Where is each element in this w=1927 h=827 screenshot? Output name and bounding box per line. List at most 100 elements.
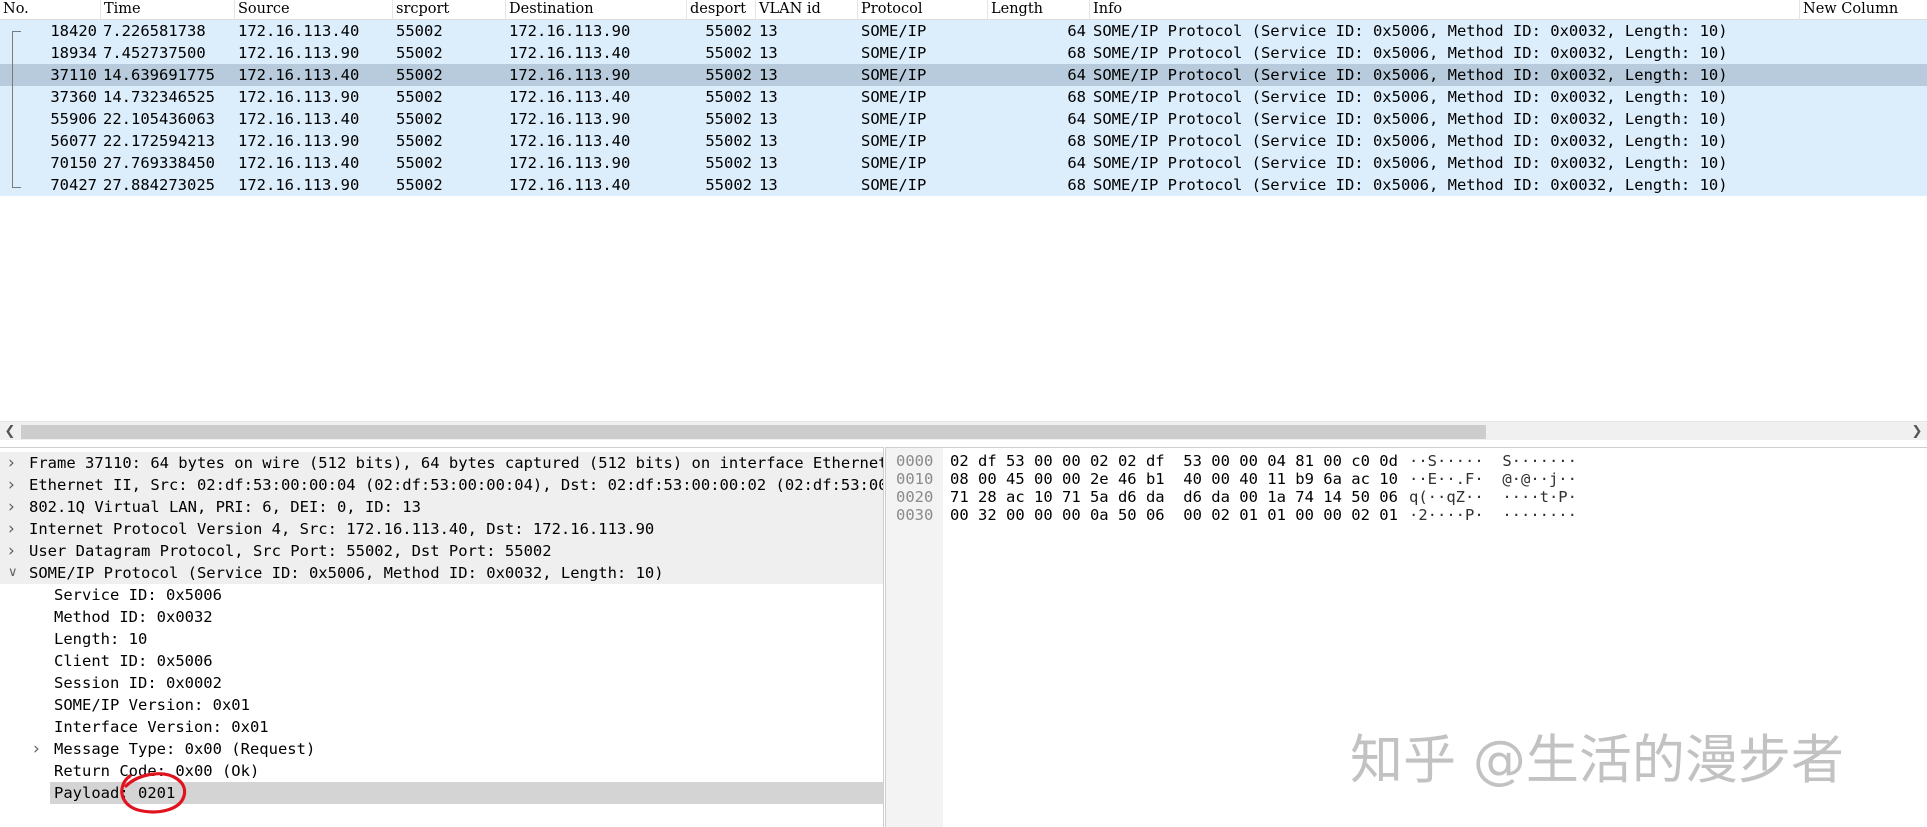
column-header-new-column[interactable]: New Column [1800, 0, 1927, 20]
chevron-right-icon[interactable]: › [8, 474, 22, 496]
cell-source: 172.16.113.40 [238, 154, 360, 172]
cell-protocol: SOME/IP [861, 154, 927, 172]
detail-tree-item[interactable]: › Ethernet II, Src: 02:df:53:00:00:04 (02… [0, 474, 884, 496]
column-header-protocol[interactable]: Protocol [858, 0, 988, 20]
chevron-right-icon[interactable]: › [8, 518, 22, 540]
hex-bytes: 71 28 ac 10 71 5a d6 da d6 da 00 1a 74 1… [950, 488, 1398, 506]
hex-row[interactable]: 0010 08 00 45 00 00 2e 46 b1 40 00 40 11 … [886, 470, 1927, 488]
detail-text: Ethernet II, Src: 02:df:53:00:00:04 (02:… [29, 476, 884, 494]
chevron-right-icon[interactable]: › [8, 540, 22, 562]
cell-desport: 55002 [705, 110, 752, 128]
detail-field[interactable]: Return Code: 0x00 (Ok) [0, 760, 883, 782]
detail-field[interactable]: Interface Version: 0x01 [0, 716, 883, 738]
cell-source: 172.16.113.40 [238, 110, 360, 128]
packet-row[interactable]: 37110 14.639691775 172.16.113.40 55002 172.1… [0, 64, 1927, 86]
cell-length: 64 [1067, 110, 1086, 128]
ascii-bytes: ··E··.F· @·@··j·· [1409, 470, 1577, 488]
detail-field[interactable]: Length: 10 [0, 628, 883, 650]
detail-text: Payload: 0201 [54, 784, 176, 802]
detail-field-payload[interactable]: Payload: 0201 [0, 782, 883, 804]
column-header-length[interactable]: Length [988, 0, 1090, 20]
detail-text: Session ID: 0x0002 [54, 674, 222, 692]
detail-tree-item[interactable]: ∨ SOME/IP Protocol (Service ID: 0x5006, M… [0, 562, 883, 584]
cell-source: 172.16.113.90 [238, 44, 360, 62]
packet-list-pane[interactable]: No. Time Source srcport Destination desp… [0, 0, 1927, 440]
hex-bytes: 08 00 45 00 00 2e 46 b1 40 00 40 11 b9 6… [950, 470, 1398, 488]
ascii-bytes: q(··qZ·· ····t·P· [1409, 488, 1577, 506]
cell-info: SOME/IP Protocol (Service ID: 0x5006, Me… [1093, 154, 1728, 172]
cell-length: 68 [1067, 176, 1086, 194]
column-header-srcport[interactable]: srcport [393, 0, 506, 20]
detail-field[interactable]: Method ID: 0x0032 [0, 606, 883, 628]
detail-field[interactable]: Client ID: 0x5006 [0, 650, 883, 672]
packet-details-pane[interactable]: › Frame 37110: 64 bytes on wire (512 bits… [0, 447, 884, 827]
cell-vlan-id: 13 [759, 110, 778, 128]
detail-tree-item[interactable]: › 802.1Q Virtual LAN, PRI: 6, DEI: 0, ID:… [0, 496, 883, 518]
cell-desport: 55002 [705, 44, 752, 62]
packet-rows: 18420 7.226581738 172.16.113.40 55002 172.16… [0, 20, 1927, 196]
cell-source: 172.16.113.90 [238, 88, 360, 106]
cell-vlan-id: 13 [759, 154, 778, 172]
horizontal-scrollbar[interactable]: ❮ ❯ [0, 421, 1927, 440]
cell-info: SOME/IP Protocol (Service ID: 0x5006, Me… [1093, 44, 1728, 62]
ascii-bytes: ··S····· S······· [1409, 452, 1577, 470]
packet-row[interactable]: 70150 27.769338450 172.16.113.40 55002 172.1… [0, 152, 1927, 174]
column-header-destination[interactable]: Destination [506, 0, 687, 20]
cell-srcport: 55002 [396, 44, 443, 62]
detail-text: Return Code: 0x00 (Ok) [54, 762, 260, 780]
detail-tree-item[interactable]: › Internet Protocol Version 4, Src: 172.1… [0, 518, 883, 540]
detail-field[interactable]: SOME/IP Version: 0x01 [0, 694, 883, 716]
hex-row[interactable]: 0030 00 32 00 00 00 0a 50 06 00 02 01 01 … [886, 506, 1927, 524]
chevron-right-icon[interactable]: › [8, 496, 22, 518]
cell-time: 7.452737500 [103, 44, 206, 62]
detail-field[interactable]: Session ID: 0x0002 [0, 672, 883, 694]
detail-field[interactable]: › Message Type: 0x00 (Request) [0, 738, 883, 760]
cell-vlan-id: 13 [759, 176, 778, 194]
cell-srcport: 55002 [396, 176, 443, 194]
chevron-left-icon[interactable]: ❮ [0, 422, 20, 440]
column-header-no[interactable]: No. [0, 0, 101, 20]
cell-source: 172.16.113.40 [238, 66, 360, 84]
cell-protocol: SOME/IP [861, 176, 927, 194]
cell-vlan-id: 13 [759, 44, 778, 62]
cell-desport: 55002 [705, 132, 752, 150]
cell-length: 68 [1067, 44, 1086, 62]
packet-row[interactable]: 18934 7.452737500 172.16.113.90 55002 172.16… [0, 42, 1927, 64]
cell-length: 68 [1067, 88, 1086, 106]
packet-row[interactable]: 37360 14.732346525 172.16.113.90 55002 172.1… [0, 86, 1927, 108]
packet-row[interactable]: 70427 27.884273025 172.16.113.90 55002 172.1… [0, 174, 1927, 196]
cell-info: SOME/IP Protocol (Service ID: 0x5006, Me… [1093, 176, 1728, 194]
detail-text: Frame 37110: 64 bytes on wire (512 bits)… [29, 454, 884, 472]
cell-desport: 55002 [705, 66, 752, 84]
cell-time: 14.639691775 [103, 66, 215, 84]
cell-protocol: SOME/IP [861, 132, 927, 150]
hex-offset: 0000 [896, 452, 934, 470]
cell-source: 172.16.113.90 [238, 132, 360, 150]
column-header-vlan-id[interactable]: VLAN id [756, 0, 858, 20]
hex-offset: 0020 [896, 488, 934, 506]
detail-tree-item[interactable]: › Frame 37110: 64 bytes on wire (512 bits… [0, 452, 884, 474]
packet-row[interactable]: 18420 7.226581738 172.16.113.40 55002 172.16… [0, 20, 1927, 42]
chevron-right-icon[interactable]: ❯ [1907, 422, 1927, 440]
hex-row[interactable]: 0020 71 28 ac 10 71 5a d6 da d6 da 00 1a … [886, 488, 1927, 506]
cell-vlan-id: 13 [759, 88, 778, 106]
hex-row[interactable]: 0000 02 df 53 00 00 02 02 df 53 00 00 04 … [886, 452, 1927, 470]
hex-bytes: 02 df 53 00 00 02 02 df 53 00 00 04 81 0… [950, 452, 1398, 470]
detail-tree-item[interactable]: › User Datagram Protocol, Src Port: 55002… [0, 540, 883, 562]
chevron-down-icon[interactable]: ∨ [8, 562, 22, 584]
column-header-source[interactable]: Source [235, 0, 393, 20]
cell-destination: 172.16.113.90 [509, 110, 631, 128]
column-header-desport[interactable]: desport [687, 0, 756, 20]
hex-offset: 0010 [896, 470, 934, 488]
column-header-time[interactable]: Time [101, 0, 235, 20]
chevron-right-icon[interactable]: › [8, 452, 22, 474]
detail-text: Service ID: 0x5006 [54, 586, 222, 604]
scrollbar-thumb[interactable] [21, 425, 1486, 439]
hex-offset: 0030 [896, 506, 934, 524]
column-header-info[interactable]: Info [1090, 0, 1800, 20]
packet-row[interactable]: 56077 22.172594213 172.16.113.90 55002 172.1… [0, 130, 1927, 152]
detail-field[interactable]: Service ID: 0x5006 [0, 584, 883, 606]
cell-time: 27.769338450 [103, 154, 215, 172]
packet-row[interactable]: 55906 22.105436063 172.16.113.40 55002 172.1… [0, 108, 1927, 130]
chevron-right-icon[interactable]: › [33, 738, 47, 760]
